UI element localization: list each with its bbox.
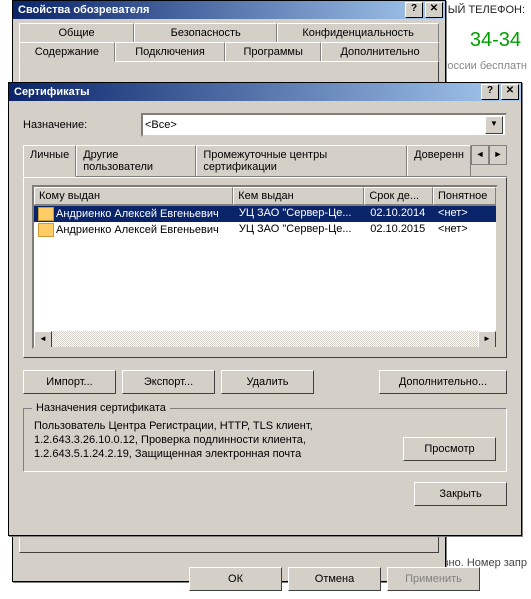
cancel-button[interactable]: Отмена xyxy=(288,567,381,591)
delete-button[interactable]: Удалить xyxy=(221,370,314,394)
tab-intermediate[interactable]: Промежуточные центры сертификации xyxy=(196,145,407,176)
tab-scroll-right[interactable]: ► xyxy=(489,145,507,165)
purpose-row: Назначение: <Все> ▼ xyxy=(23,113,507,137)
chevron-down-icon[interactable]: ▼ xyxy=(485,116,503,134)
props-title: Свойства обозревателя xyxy=(15,4,403,16)
props-titlebar: Свойства обозревателя ? ✕ xyxy=(13,1,445,19)
cert-tabs: Личные Другие пользователи Промежуточные… xyxy=(23,145,507,177)
tab-personal[interactable]: Личные xyxy=(23,145,76,177)
cert-icon xyxy=(38,223,54,237)
ok-button[interactable]: ОК xyxy=(189,567,282,591)
tab-general[interactable]: Общие xyxy=(19,23,134,42)
view-button[interactable]: Просмотр xyxy=(403,437,496,461)
tab-connections[interactable]: Подключения xyxy=(115,42,226,61)
close-button[interactable]: ✕ xyxy=(425,2,443,18)
cert-button-row: Импорт... Экспорт... Удалить Дополнитель… xyxy=(23,370,507,394)
close-cert-button[interactable]: Закрыть xyxy=(414,482,507,506)
tab-privacy[interactable]: Конфиденциальность xyxy=(277,23,439,42)
purpose-select[interactable]: <Все> ▼ xyxy=(141,113,507,137)
advanced-button[interactable]: Дополнительно... xyxy=(379,370,507,394)
scroll-left-icon[interactable]: ◄ xyxy=(34,331,52,349)
purpose-label: Назначение: xyxy=(23,119,133,131)
import-button[interactable]: Импорт... xyxy=(23,370,116,394)
help-button[interactable]: ? xyxy=(405,2,423,18)
apply-button[interactable]: Применить xyxy=(387,567,480,591)
cert-row[interactable]: Андриенко Алексей Евгеньевич УЦ ЗАО "Сер… xyxy=(34,206,496,222)
tab-security[interactable]: Безопасность xyxy=(134,23,277,42)
col-issued-by[interactable]: Кем выдан xyxy=(233,187,364,205)
tab-content[interactable]: Содержание xyxy=(19,42,115,62)
purpose-value: <Все> xyxy=(145,119,485,131)
certificates-window: Сертификаты ? ✕ Назначение: <Все> ▼ Личн… xyxy=(8,82,522,536)
purpose-group: Назначения сертификата Пользователь Цент… xyxy=(23,408,507,472)
cert-icon xyxy=(38,207,54,221)
certs-close-button[interactable]: ✕ xyxy=(501,84,519,100)
tab-trusted[interactable]: Доверенн xyxy=(407,145,471,176)
scroll-track[interactable] xyxy=(52,331,478,347)
cert-list-header: Кому выдан Кем выдан Срок де... Понятное xyxy=(34,187,496,206)
bg-phone-number: 34-34 xyxy=(460,24,531,57)
props-button-row: ОК Отмена Применить xyxy=(183,559,445,599)
col-expiry[interactable]: Срок де... xyxy=(364,187,433,205)
group-title: Назначения сертификата xyxy=(32,402,170,414)
tab-other-users[interactable]: Другие пользователи xyxy=(76,145,196,176)
props-tabs: Общие Безопасность Конфиденциальность xyxy=(13,19,445,42)
props-tabs-2: Содержание Подключения Программы Дополни… xyxy=(13,42,445,61)
tab-programs[interactable]: Программы xyxy=(225,42,321,61)
scroll-right-icon[interactable]: ► xyxy=(478,331,496,349)
export-button[interactable]: Экспорт... xyxy=(122,370,215,394)
bg-free-text: России бесплатн xyxy=(441,60,531,72)
hscrollbar[interactable]: ◄ ► xyxy=(34,331,496,347)
certs-titlebar: Сертификаты ? ✕ xyxy=(9,83,521,101)
tab-advanced[interactable]: Дополнительно xyxy=(321,42,439,61)
certs-help-button[interactable]: ? xyxy=(481,84,499,100)
col-issued-to[interactable]: Кому выдан xyxy=(34,187,233,205)
tab-scroll-left[interactable]: ◄ xyxy=(471,145,489,165)
cert-list[interactable]: Кому выдан Кем выдан Срок де... Понятное… xyxy=(32,185,498,349)
certs-title: Сертификаты xyxy=(11,86,479,98)
col-friendly-name[interactable]: Понятное xyxy=(433,187,496,205)
purpose-text: Пользователь Центра Регистрации, HTTP, T… xyxy=(34,419,395,461)
cert-row[interactable]: Андриенко Алексей Евгеньевич УЦ ЗАО "Сер… xyxy=(34,222,496,238)
